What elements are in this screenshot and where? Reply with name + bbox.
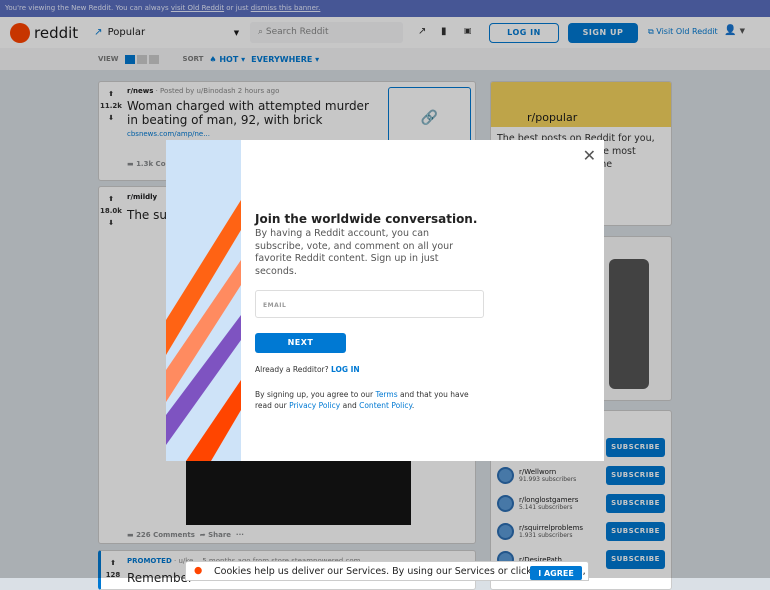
terms-text: and — [340, 401, 360, 410]
email-field[interactable]: EMAIL — [255, 290, 484, 318]
already-text: Already a Redditor? — [255, 365, 331, 374]
modal-login-link[interactable]: LOG IN — [331, 365, 360, 374]
next-button[interactable]: NEXT — [255, 333, 346, 353]
decorative-stripes — [166, 200, 241, 461]
modal-art — [166, 140, 241, 461]
terms-link[interactable]: Terms — [376, 390, 398, 399]
close-icon[interactable]: ✕ — [583, 146, 596, 165]
privacy-policy-link[interactable]: Privacy Policy — [289, 401, 340, 410]
modal-heading: Join the worldwide conversation. — [255, 212, 478, 226]
snoo-icon: ● — [194, 565, 203, 576]
cookie-banner: ● Cookies help us deliver our Services. B… — [185, 561, 589, 581]
modal-description: By having a Reddit account, you can subs… — [255, 228, 454, 277]
content-policy-link[interactable]: Content Policy — [359, 401, 412, 410]
signup-modal: Join the worldwide conversation. By havi… — [166, 140, 604, 461]
terms-text: . — [411, 401, 415, 410]
terms-text: By signing up, you agree to our — [255, 390, 376, 399]
